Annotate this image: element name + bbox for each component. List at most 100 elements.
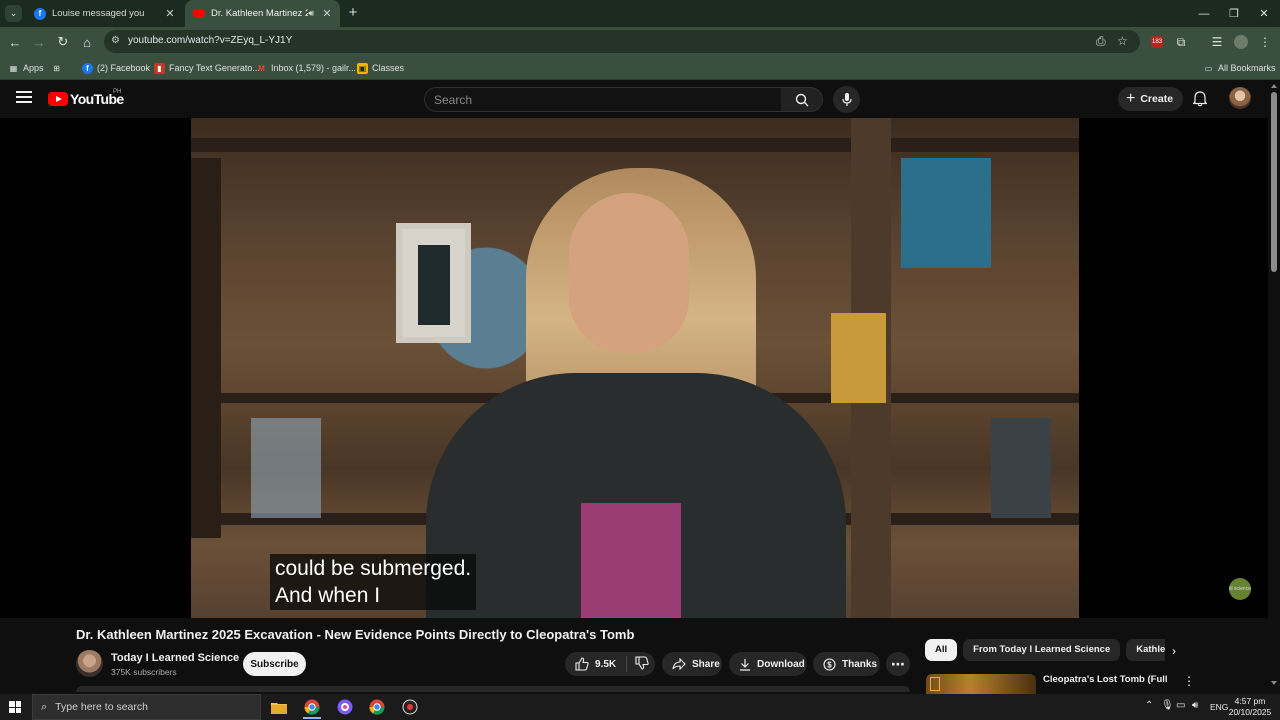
language-indicator[interactable]: ENG — [1210, 702, 1228, 712]
channel-name[interactable]: Today I Learned Science — [111, 652, 239, 664]
dislike-button[interactable] — [635, 655, 649, 673]
video-player[interactable] — [0, 118, 1268, 618]
tab-search-icon[interactable]: ⌄ — [5, 5, 22, 22]
bookmark-label: Classes — [372, 63, 405, 73]
back-button[interactable]: ← — [5, 32, 25, 52]
share-label: Share — [692, 658, 720, 670]
bookmark-fancy-text[interactable]: ▮ Fancy Text Generato... — [154, 61, 260, 75]
speaker-icon[interactable]: 🔊︎ — [308, 8, 314, 19]
account-avatar[interactable] — [1229, 87, 1251, 109]
chrome-menu-icon[interactable]: ⋮ — [1256, 33, 1274, 51]
close-window-button[interactable]: ✕ — [1248, 0, 1280, 27]
extensions-puzzle-icon[interactable]: ⧉ — [1172, 33, 1190, 51]
restore-button[interactable]: ❐ — [1218, 0, 1250, 27]
recommendation-thumbnail[interactable] — [926, 674, 1036, 694]
close-tab-icon[interactable]: ✕ — [320, 7, 334, 21]
microphone-icon — [841, 92, 852, 106]
bookmark-label: Inbox (1,579) - gailr... — [271, 63, 357, 73]
chrome-profile-icon[interactable] — [362, 695, 392, 719]
home-button[interactable]: ⌂ — [77, 32, 97, 52]
channel-avatar[interactable] — [76, 650, 103, 677]
extension-icon[interactable]: 183 — [1148, 33, 1166, 51]
browser-toolbar: ← → ↻ ⌂ ⚙ youtube.com/watch?v=ZEyq_L-YJ1… — [0, 27, 1280, 56]
chip-all[interactable]: All — [925, 639, 958, 661]
volume-icon[interactable]: 🔊︎ — [1192, 700, 1198, 711]
reload-button[interactable]: ↻ — [53, 32, 73, 52]
media-control-icon[interactable]: ☰ — [1208, 33, 1226, 51]
tab-youtube-video[interactable]: Dr. Kathleen Martinez 2025 🔊︎ ✕ — [185, 0, 340, 27]
subscribe-button[interactable]: Subscribe — [243, 652, 306, 676]
install-app-icon[interactable]: ⎙ — [1096, 34, 1106, 49]
classroom-icon: ▣ — [357, 62, 368, 74]
tab-title: Louise messaged you — [52, 8, 145, 19]
tab-groups-icon[interactable]: ⊞ — [51, 61, 66, 75]
messenger-icon[interactable] — [330, 695, 360, 719]
taskbar-search-input[interactable] — [55, 701, 246, 713]
url-text[interactable]: youtube.com/watch?v=ZEyq_L-YJ1Y — [128, 35, 292, 46]
gmail-icon: M — [258, 63, 265, 73]
download-button[interactable]: Download — [729, 652, 807, 676]
forward-button[interactable]: → — [29, 32, 49, 52]
address-bar[interactable]: ⚙ youtube.com/watch?v=ZEyq_L-YJ1Y ⎙ ☆ — [104, 30, 1140, 53]
bookmarks-bar: ▦ Apps ⊞ f (2) Facebook ▮ Fancy Text Gen… — [0, 56, 1280, 80]
microphone-tray-icon[interactable]: 🎙︎ — [1161, 700, 1174, 711]
browser-tabstrip: ⌄ f Louise messaged you ✕ Dr. Kathleen M… — [0, 0, 1280, 27]
recording-app-icon[interactable] — [395, 695, 425, 719]
voice-search-button[interactable] — [833, 86, 860, 113]
search-input[interactable] — [434, 92, 764, 108]
share-button[interactable]: Share — [662, 652, 722, 676]
scroll-up-icon[interactable] — [1271, 84, 1277, 88]
caption-line: And when I — [275, 584, 381, 607]
new-tab-button[interactable]: + — [345, 5, 361, 22]
menu-icon[interactable] — [16, 91, 32, 103]
close-tab-icon[interactable]: ✕ — [163, 7, 177, 21]
more-actions-button[interactable]: ⋯ — [886, 652, 910, 676]
facebook-icon: f — [34, 7, 46, 20]
recommendation-title[interactable]: Cleopatra's Lost Tomb (Full Episode) | L… — [1043, 674, 1168, 694]
thanks-label: Thanks — [842, 658, 878, 670]
channel-watermark[interactable]: til science — [1229, 578, 1251, 600]
chevron-up-icon[interactable]: ⌃ — [1145, 700, 1153, 711]
file-explorer-icon[interactable] — [264, 695, 294, 719]
chrome-icon[interactable] — [297, 695, 327, 719]
scroll-thumb[interactable] — [1271, 92, 1277, 272]
all-bookmarks[interactable]: ▭ All Bookmarks — [1203, 61, 1276, 75]
shelf — [191, 138, 1079, 152]
search-button[interactable] — [781, 87, 823, 112]
bookmark-facebook[interactable]: f (2) Facebook — [82, 61, 150, 75]
like-count[interactable]: 9.5K — [595, 659, 616, 670]
search-box — [424, 87, 782, 112]
like-button[interactable] — [575, 657, 589, 671]
share-icon — [672, 658, 686, 670]
chip-kathleen[interactable]: Kathleen M — [1126, 639, 1165, 661]
caption-line: could be submerged. — [275, 557, 472, 580]
system-clock[interactable]: 4:57 pm 20/10/2025 — [1228, 696, 1272, 718]
windows-start-icon[interactable] — [9, 701, 21, 713]
description-box[interactable] — [76, 686, 910, 692]
tab-facebook[interactable]: f Louise messaged you ✕ — [26, 0, 183, 27]
photo-frame — [396, 223, 471, 343]
notifications-button[interactable] — [1190, 89, 1210, 109]
bookmark-classes[interactable]: ▣ Classes — [357, 61, 404, 75]
profile-icon[interactable] — [1232, 33, 1250, 51]
taskbar-search[interactable]: ⌕ — [32, 694, 261, 720]
chip-from-channel[interactable]: From Today I Learned Science — [963, 639, 1121, 661]
create-button[interactable]: + Create — [1118, 87, 1184, 111]
scroll-down-icon[interactable] — [1271, 681, 1277, 685]
thanks-button[interactable]: $ Thanks — [813, 652, 880, 676]
filter-chips: AllFrom Today I Learned ScienceKathleen … — [925, 639, 1165, 661]
bookmark-gmail[interactable]: M Inbox (1,579) - gailr... — [256, 61, 356, 75]
more-vertical-icon[interactable]: ⋮ — [1183, 674, 1195, 688]
page-scrollbar[interactable] — [1268, 81, 1280, 688]
minimize-button[interactable]: — — [1188, 0, 1220, 27]
bookmark-apps[interactable]: ▦ Apps — [8, 61, 44, 75]
super-thanks-icon: $ — [823, 657, 836, 671]
chevron-right-icon[interactable]: › — [1172, 644, 1176, 658]
network-icon[interactable]: ▭ — [1176, 700, 1185, 711]
video-frame[interactable] — [191, 118, 1079, 618]
youtube-header: YouTube PH + Create — [0, 81, 1268, 118]
youtube-icon — [193, 9, 205, 18]
bookmark-star-icon[interactable]: ☆ — [1117, 34, 1128, 48]
video-captions: could be submerged. And when I — [270, 554, 477, 610]
site-info-icon[interactable]: ⚙ — [111, 35, 120, 46]
